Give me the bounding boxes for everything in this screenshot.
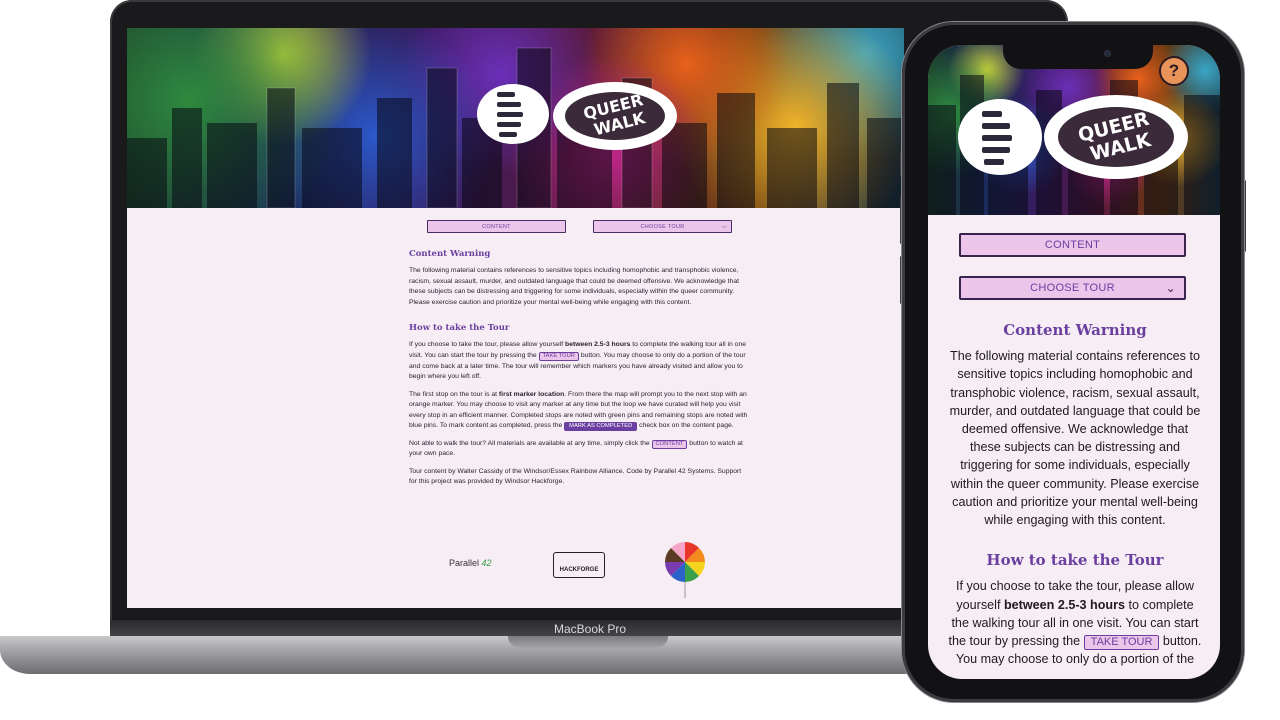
phone-choose-tour-label: CHOOSE TOUR	[1030, 282, 1115, 294]
main-content: Content Warning The following material c…	[409, 248, 749, 495]
boot-print-logo-icon: QUEER WALK	[477, 82, 677, 150]
phone-boot-print-logo-icon: QUEER WALK	[958, 95, 1188, 179]
chevron-down-icon: ⌵	[722, 224, 727, 230]
mark-as-completed-chip: MARK AS COMPLETED	[564, 422, 638, 432]
phone-notch	[1003, 45, 1153, 69]
howto-paragraph-3: Not able to walk the tour? All materials…	[409, 439, 743, 458]
howto-paragraph-1: If you choose to take the tour, please a…	[409, 341, 747, 381]
help-button[interactable]: ?	[1159, 56, 1189, 86]
laptop-model-label: MacBook Pro	[553, 622, 627, 636]
content-warning-heading: Content Warning	[409, 249, 491, 259]
phone-choose-tour-select[interactable]: CHOOSE TOUR ⌄	[959, 276, 1186, 300]
laptop-notch	[508, 636, 668, 648]
laptop-screen: QUEER WALK CONTENT CHOOSE TOUR ⌵ Content…	[127, 28, 904, 608]
phone-content-warning-heading: Content Warning	[1003, 321, 1147, 339]
take-tour-chip: TAKE TOUR	[538, 352, 579, 361]
howto-heading: How to take the Tour	[409, 323, 510, 334]
chevron-down-icon: ⌄	[1165, 281, 1176, 295]
sponsor-logos: Parallel 42 HACKFORGE	[127, 540, 904, 600]
howto-paragraph-2: The first stop on the tour is at first m…	[409, 390, 748, 432]
phone-content-button[interactable]: CONTENT	[959, 233, 1186, 257]
phone-main-content: Content Warning The following material c…	[946, 321, 1204, 679]
content-button[interactable]: CONTENT	[427, 220, 566, 233]
camera-icon	[1104, 50, 1111, 57]
hero-banner: QUEER WALK	[127, 28, 904, 208]
help-icon: ?	[1168, 61, 1180, 80]
phone-howto-paragraph-1: If you choose to take the tour, please a…	[948, 579, 1202, 667]
phone-take-tour-chip: TAKE TOUR	[1083, 635, 1160, 651]
hackforge-logo[interactable]: HACKFORGE	[553, 552, 605, 578]
choose-tour-select[interactable]: CHOOSE TOUR ⌵	[593, 220, 732, 233]
phone-howto-heading: How to take the Tour	[986, 551, 1164, 570]
content-warning-text: The following material contains referenc…	[409, 267, 739, 306]
phone-screen: QUEER WALK ? CONTENT CHOOSE TOUR ⌄ Conte…	[928, 45, 1220, 679]
choose-tour-label: CHOOSE TOUR	[640, 224, 685, 230]
content-chip: CONTENT	[651, 439, 688, 449]
credits-paragraph: Tour content by Walter Cassidy of the Wi…	[409, 467, 742, 486]
phone-content-warning-text: The following material contains referenc…	[949, 349, 1201, 528]
rainbow-alliance-logo[interactable]	[663, 540, 707, 600]
parallel42-logo[interactable]: Parallel 42	[449, 558, 492, 568]
phone-hero-banner: QUEER WALK ?	[928, 45, 1220, 215]
